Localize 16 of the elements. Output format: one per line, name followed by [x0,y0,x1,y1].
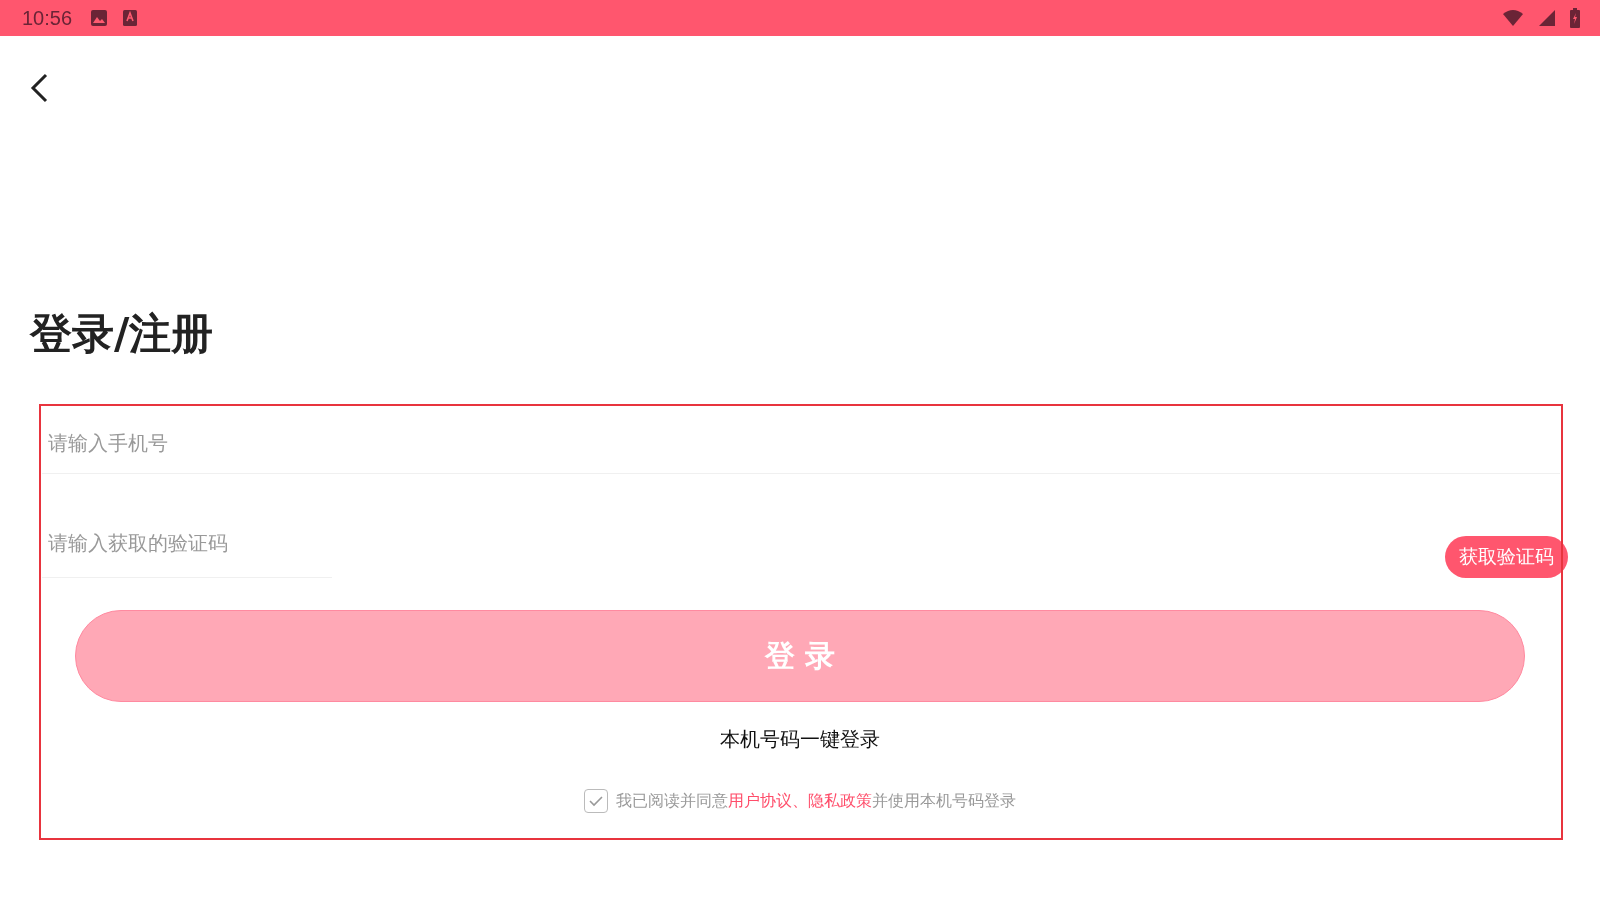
agreement-link[interactable]: 用户协议 [728,790,792,810]
agreement-text: 我已阅读并同意用户协议、隐私政策并使用本机号码登录 [616,790,1016,812]
signal-icon [1538,9,1556,27]
status-time: 10:56 [22,6,73,30]
agreement-checkbox[interactable] [584,789,608,813]
agreement-link[interactable]: 隐私政策 [808,790,872,810]
image-icon [90,9,109,27]
phone-field[interactable]: 请输入手机号 [42,412,1560,474]
wifi-icon [1502,9,1524,27]
check-icon [588,795,604,807]
page-title: 登录/注册 [30,309,215,359]
one-tap-login-link[interactable]: 本机号码一键登录 [720,727,880,751]
keyboard-icon [122,9,139,27]
get-code-button[interactable]: 获取验证码 [1445,536,1568,578]
battery-icon [1570,8,1580,28]
code-field[interactable]: 请输入获取的验证码 [42,508,332,578]
